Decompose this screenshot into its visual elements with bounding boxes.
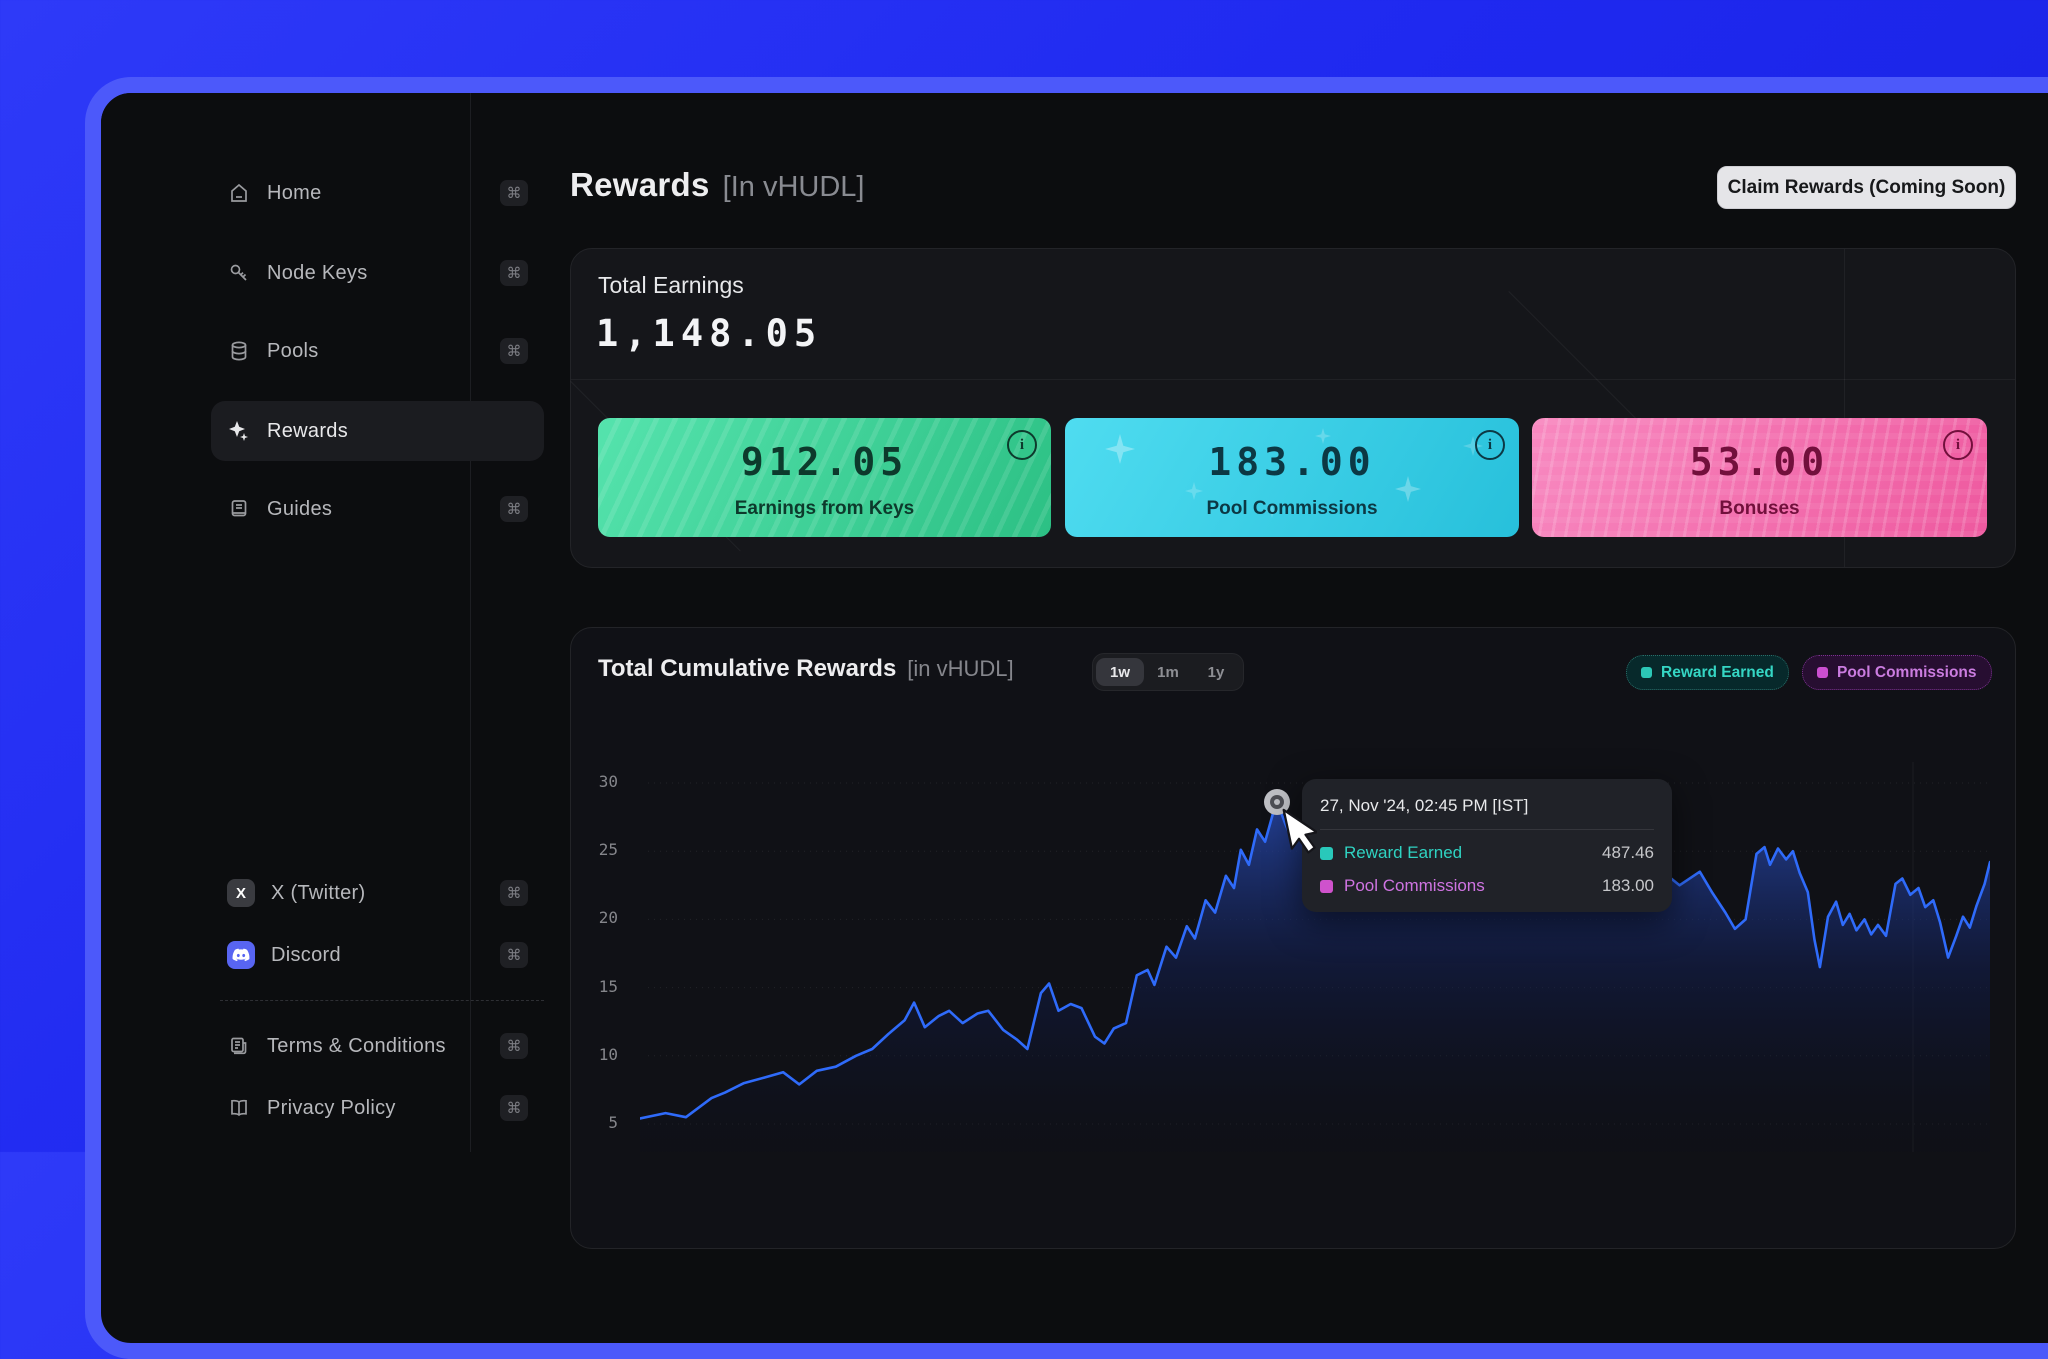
key-icon <box>227 261 251 285</box>
book-icon <box>227 497 251 521</box>
shortcut-badge: ⌘ <box>500 942 528 968</box>
shortcut-badge: ⌘ <box>500 880 528 906</box>
app-stage: Home ⌘ Node Keys ⌘ Pools ⌘ <box>85 77 2048 1152</box>
tooltip-timestamp: 27, Nov '24, 02:45 PM [IST] <box>1320 796 1654 816</box>
total-earnings-label: Total Earnings <box>598 272 744 299</box>
sidebar-item-label: Home <box>267 182 322 205</box>
document-icon <box>227 1034 251 1058</box>
panel-divider <box>571 379 2015 380</box>
shortcut-badge: ⌘ <box>500 180 528 206</box>
card-label: Pool Commissions <box>1065 498 1519 520</box>
legend-pool-commissions[interactable]: Pool Commissions <box>1802 655 1992 690</box>
open-book-icon <box>227 1096 251 1120</box>
sparkle-icon <box>227 419 251 443</box>
sidebar-item-label: X (Twitter) <box>271 882 365 905</box>
tooltip-row-label: Pool Commissions <box>1344 876 1485 896</box>
sidebar-item-privacy[interactable]: Privacy Policy ⌘ <box>211 1078 544 1138</box>
shortcut-badge: ⌘ <box>500 338 528 364</box>
page-title: Rewards [In vHUDL] <box>570 166 865 204</box>
sidebar-item-label: Node Keys <box>267 262 368 285</box>
y-axis-tick: 5 <box>560 1113 618 1132</box>
sidebar-item-label: Rewards <box>267 420 348 443</box>
sidebar-item-rewards[interactable]: Rewards <box>211 401 544 461</box>
sidebar-divider <box>220 1000 544 1001</box>
sidebar-item-label: Guides <box>267 498 332 521</box>
shortcut-badge: ⌘ <box>500 260 528 286</box>
y-axis-tick: 30 <box>560 772 618 791</box>
range-1y-button[interactable]: 1y <box>1192 658 1240 686</box>
legend-dot-icon <box>1320 847 1333 860</box>
card-value: 53.00 <box>1532 440 1987 484</box>
card-label: Bonuses <box>1532 498 1987 520</box>
y-axis-tick: 25 <box>560 840 618 859</box>
info-icon[interactable]: i <box>1943 430 1973 460</box>
info-icon[interactable]: i <box>1007 430 1037 460</box>
sidebar-item-pools[interactable]: Pools ⌘ <box>211 321 544 381</box>
y-axis-tick: 10 <box>560 1045 618 1064</box>
card-value: 912.05 <box>598 440 1051 484</box>
tooltip-row: Reward Earned 487.46 <box>1320 843 1654 863</box>
page-title-tag: [In vHUDL] <box>723 171 865 204</box>
sidebar-item-x-twitter[interactable]: X X (Twitter) ⌘ <box>211 863 544 923</box>
home-icon <box>227 181 251 205</box>
range-1w-button[interactable]: 1w <box>1096 658 1144 686</box>
database-icon <box>227 339 251 363</box>
range-toggle: 1w 1m 1y <box>1092 653 1244 691</box>
sidebar-item-label: Pools <box>267 340 319 363</box>
sidebar-item-guides[interactable]: Guides ⌘ <box>211 479 544 539</box>
sidebar-item-label: Discord <box>271 944 341 967</box>
chart-title: Total Cumulative Rewards [in vHUDL] <box>598 655 1014 683</box>
y-axis-tick: 20 <box>560 908 618 927</box>
earnings-from-keys-card: 912.05 Earnings from Keys i <box>598 418 1051 537</box>
sidebar-item-discord[interactable]: Discord ⌘ <box>211 925 544 985</box>
info-icon[interactable]: i <box>1475 430 1505 460</box>
page-title-text: Rewards <box>570 166 710 204</box>
sidebar: Home ⌘ Node Keys ⌘ Pools ⌘ <box>101 93 471 1152</box>
legend-label: Reward Earned <box>1661 664 1774 682</box>
tooltip-row: Pool Commissions 183.00 <box>1320 876 1654 896</box>
sidebar-item-terms[interactable]: Terms & Conditions ⌘ <box>211 1016 544 1076</box>
chart-title-tag: [in vHUDL] <box>907 656 1013 682</box>
chart-tooltip: 27, Nov '24, 02:45 PM [IST] Reward Earne… <box>1302 779 1672 912</box>
shortcut-badge: ⌘ <box>500 496 528 522</box>
shortcut-badge: ⌘ <box>500 1095 528 1121</box>
sidebar-item-home[interactable]: Home ⌘ <box>211 163 544 223</box>
sidebar-item-node-keys[interactable]: Node Keys ⌘ <box>211 243 544 303</box>
card-label: Earnings from Keys <box>598 498 1051 520</box>
total-earnings-value: 1,148.05 <box>596 312 822 355</box>
pool-commissions-card: 183.00 Pool Commissions i <box>1065 418 1519 537</box>
legend-dot-icon <box>1817 667 1828 678</box>
sidebar-item-label: Privacy Policy <box>267 1097 396 1120</box>
mouse-cursor <box>1281 808 1317 864</box>
discord-icon <box>227 941 255 969</box>
tooltip-row-value: 183.00 <box>1602 876 1654 896</box>
tooltip-row-value: 487.46 <box>1602 843 1654 863</box>
legend-reward-earned[interactable]: Reward Earned <box>1626 655 1789 690</box>
shortcut-badge: ⌘ <box>500 1033 528 1059</box>
tooltip-row-label: Reward Earned <box>1344 843 1462 863</box>
tooltip-divider <box>1320 829 1654 830</box>
legend-label: Pool Commissions <box>1837 664 1977 682</box>
claim-rewards-button[interactable]: Claim Rewards (Coming Soon) <box>1717 166 2016 209</box>
card-value: 183.00 <box>1065 440 1519 484</box>
range-1m-button[interactable]: 1m <box>1144 658 1192 686</box>
sidebar-item-label: Terms & Conditions <box>267 1035 446 1058</box>
legend-dot-icon <box>1641 667 1652 678</box>
chart-title-text: Total Cumulative Rewards <box>598 655 896 683</box>
bonuses-card: 53.00 Bonuses i <box>1532 418 1987 537</box>
x-twitter-icon: X <box>227 879 255 907</box>
app-window: Home ⌘ Node Keys ⌘ Pools ⌘ <box>85 77 2048 1359</box>
y-axis-tick: 15 <box>560 977 618 996</box>
legend-dot-icon <box>1320 880 1333 893</box>
